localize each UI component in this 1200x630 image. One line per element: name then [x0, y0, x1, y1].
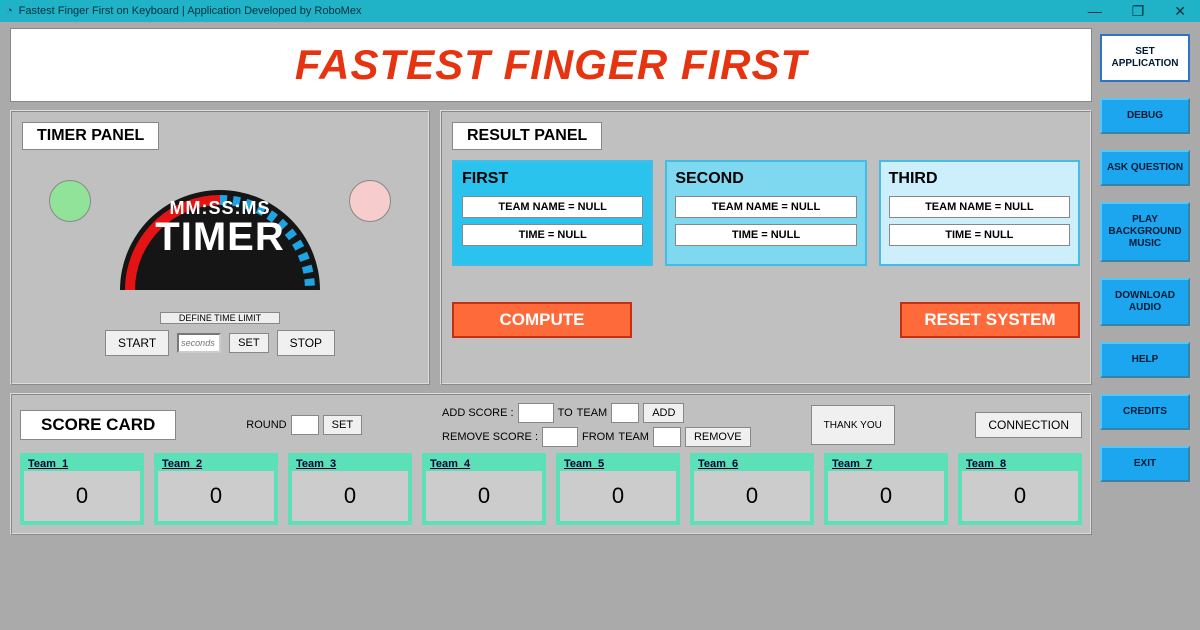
- team-card: Team_20: [154, 453, 278, 525]
- help-button[interactable]: HELP: [1100, 342, 1190, 378]
- stop-button[interactable]: STOP: [277, 330, 335, 356]
- thank-you-button[interactable]: THANK YOU: [811, 405, 895, 445]
- result-card-third: THIRD TEAM NAME = NULL TIME = NULL: [879, 160, 1080, 266]
- team-name: Team_5: [560, 457, 676, 471]
- exit-button[interactable]: EXIT: [1100, 446, 1190, 482]
- team-score: 0: [24, 471, 140, 521]
- led-green-icon: [49, 180, 91, 222]
- timer-panel-title: TIMER PANEL: [22, 122, 159, 150]
- set-application-button[interactable]: SET APPLICATION: [1100, 34, 1190, 82]
- team-card: Team_70: [824, 453, 948, 525]
- connection-button[interactable]: CONNECTION: [975, 412, 1082, 438]
- team-score: 0: [828, 471, 944, 521]
- round-input[interactable]: [291, 415, 319, 435]
- team-card: Team_80: [958, 453, 1082, 525]
- window-title: Fastest Finger First on Keyboard | Appli…: [19, 5, 362, 17]
- add-team-input[interactable]: [611, 403, 639, 423]
- result-card-second: SECOND TEAM NAME = NULL TIME = NULL: [665, 160, 866, 266]
- led-pink-icon: [349, 180, 391, 222]
- result-time: TIME = NULL: [462, 224, 643, 246]
- result-card-first: FIRST TEAM NAME = NULL TIME = NULL: [452, 160, 653, 266]
- play-music-button[interactable]: PLAY BACKGROUND MUSIC: [1100, 202, 1190, 262]
- team-name: Team_4: [426, 457, 542, 471]
- seconds-input[interactable]: [177, 333, 221, 353]
- team-name: Team_8: [962, 457, 1078, 471]
- score-card-title: SCORE CARD: [20, 410, 176, 440]
- compute-button[interactable]: COMPUTE: [452, 302, 632, 338]
- app-icon: ◔: [6, 5, 13, 17]
- maximize-icon[interactable]: ❐: [1132, 3, 1145, 20]
- team-name: Team_1: [24, 457, 140, 471]
- team-score: 0: [560, 471, 676, 521]
- result-time: TIME = NULL: [675, 224, 856, 246]
- timer-gauge: MM:SS:MS TIMER: [105, 160, 335, 310]
- timer-panel: TIMER PANEL MM:SS:MS TIMER: [10, 110, 430, 385]
- result-panel: RESULT PANEL FIRST TEAM NAME = NULL TIME…: [440, 110, 1092, 385]
- ask-question-button[interactable]: ASK QUESTION: [1100, 150, 1190, 186]
- team-card: Team_10: [20, 453, 144, 525]
- team-score: 0: [962, 471, 1078, 521]
- reset-system-button[interactable]: RESET SYSTEM: [900, 302, 1080, 338]
- remove-team-input[interactable]: [653, 427, 681, 447]
- result-team: TEAM NAME = NULL: [889, 196, 1070, 218]
- define-time-label: DEFINE TIME LIMIT: [160, 312, 280, 324]
- team-score: 0: [694, 471, 810, 521]
- debug-button[interactable]: DEBUG: [1100, 98, 1190, 134]
- close-icon[interactable]: ✕: [1174, 3, 1186, 20]
- timer-label: TIMER: [105, 219, 335, 255]
- team-score: 0: [426, 471, 542, 521]
- result-team: TEAM NAME = NULL: [462, 196, 643, 218]
- add-score-label: ADD SCORE :: [442, 407, 514, 419]
- remove-button[interactable]: REMOVE: [685, 427, 751, 447]
- timer-set-button[interactable]: SET: [229, 333, 268, 353]
- result-team: TEAM NAME = NULL: [675, 196, 856, 218]
- team-card: Team_50: [556, 453, 680, 525]
- round-label: ROUND: [246, 419, 286, 431]
- minimize-icon[interactable]: —: [1088, 3, 1102, 20]
- team-name: Team_3: [292, 457, 408, 471]
- remove-score-input[interactable]: [542, 427, 578, 447]
- team-card: Team_30: [288, 453, 412, 525]
- team-score: 0: [292, 471, 408, 521]
- result-panel-title: RESULT PANEL: [452, 122, 602, 150]
- team-score: 0: [158, 471, 274, 521]
- credits-button[interactable]: CREDITS: [1100, 394, 1190, 430]
- team-card: Team_60: [690, 453, 814, 525]
- window-titlebar: ◔ Fastest Finger First on Keyboard | App…: [0, 0, 1200, 22]
- team-name: Team_7: [828, 457, 944, 471]
- team-name: Team_6: [694, 457, 810, 471]
- remove-score-label: REMOVE SCORE :: [442, 431, 538, 443]
- app-banner: FASTEST FINGER FIRST: [10, 28, 1092, 102]
- download-audio-button[interactable]: DOWNLOAD AUDIO: [1100, 278, 1190, 326]
- team-name: Team_2: [158, 457, 274, 471]
- result-time: TIME = NULL: [889, 224, 1070, 246]
- score-card-panel: SCORE CARD ROUND SET ADD SCORE : TO TEAM: [10, 393, 1092, 535]
- add-button[interactable]: ADD: [643, 403, 684, 423]
- sidebar: SET APPLICATION DEBUG ASK QUESTION PLAY …: [1100, 28, 1190, 535]
- result-card-title: FIRST: [462, 170, 643, 188]
- result-card-title: SECOND: [675, 170, 856, 188]
- round-set-button[interactable]: SET: [323, 415, 362, 435]
- result-card-title: THIRD: [889, 170, 1070, 188]
- team-card: Team_40: [422, 453, 546, 525]
- start-button[interactable]: START: [105, 330, 169, 356]
- add-score-input[interactable]: [518, 403, 554, 423]
